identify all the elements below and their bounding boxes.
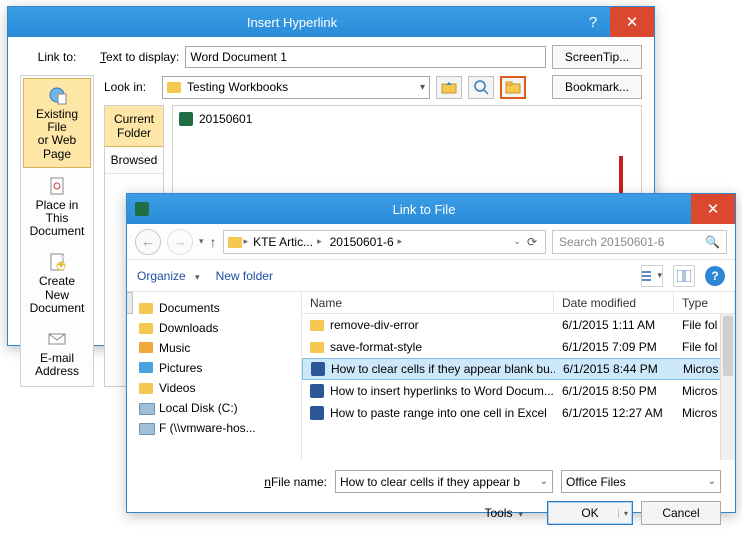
- crumb-2: 20150601-6▸: [327, 235, 406, 249]
- file-row[interactable]: remove-div-error6/1/2015 1:11 AMFile fol: [302, 314, 735, 336]
- col-type: Type: [674, 292, 735, 313]
- help-button[interactable]: ?: [576, 7, 610, 37]
- close-button[interactable]: ✕: [691, 194, 735, 224]
- tools-menu[interactable]: Tools▾: [484, 506, 523, 520]
- link-to-file-title: Link to File: [157, 202, 691, 217]
- organize-menu[interactable]: Organize ▾: [137, 269, 200, 283]
- link-to-label: Link to:: [20, 50, 94, 64]
- tree-item[interactable]: Pictures: [139, 358, 297, 378]
- text-to-display-label: TText to display:ext to display:: [100, 50, 179, 64]
- chevron-down-icon: ⌄: [540, 476, 548, 487]
- browse-file-button[interactable]: [500, 76, 526, 99]
- view-options-button[interactable]: ▾: [641, 265, 663, 287]
- scope-current-folder[interactable]: Current Folder: [105, 106, 163, 147]
- link-to-nav: Existing File or Web Page Place in This …: [20, 75, 94, 387]
- folder-up-icon: [441, 80, 457, 94]
- nav-create-new[interactable]: ✦ Create New Document: [23, 246, 91, 321]
- look-in-label: Look in:: [104, 80, 156, 94]
- globe-file-icon: [47, 85, 67, 105]
- tree-item[interactable]: Downloads: [139, 318, 297, 338]
- col-name: Name: [302, 292, 554, 313]
- search-input[interactable]: Search 20150601-6 🔍: [552, 230, 727, 254]
- col-date: Date modified: [554, 292, 674, 313]
- excel-file-icon: [179, 112, 193, 126]
- column-headers[interactable]: Name Date modified Type: [302, 292, 735, 314]
- bookmark-button[interactable]: Bookmark...: [552, 75, 642, 99]
- up-button[interactable]: ↑: [210, 234, 217, 250]
- back-button[interactable]: ←: [135, 229, 161, 255]
- text-to-display-input[interactable]: [185, 46, 546, 68]
- forward-button[interactable]: →: [167, 229, 193, 255]
- browse-web-button[interactable]: [468, 76, 494, 99]
- tree-item[interactable]: Local Disk (C:): [139, 398, 297, 418]
- close-button[interactable]: ✕: [610, 7, 654, 37]
- magnifier-globe-icon: [473, 79, 489, 95]
- folder-icon: [310, 340, 324, 354]
- help-button[interactable]: ?: [705, 266, 725, 286]
- file-row[interactable]: How to paste range into one cell in Exce…: [302, 402, 735, 424]
- scope-browsed-pages[interactable]: Browsed: [105, 147, 163, 174]
- tree-icon: [139, 321, 153, 335]
- folder-icon: [310, 318, 324, 332]
- filename-label: nFile name:File name:: [264, 475, 327, 489]
- chevron-down-icon[interactable]: ⌄: [513, 236, 521, 247]
- preview-pane-icon: [677, 270, 691, 282]
- nav-email[interactable]: E-mail Address: [23, 323, 91, 384]
- tree-collapse-grip[interactable]: [127, 292, 133, 314]
- folder-tree[interactable]: DocumentsDownloadsMusicPicturesVideosLoc…: [127, 292, 302, 460]
- screentip-button[interactable]: ScreenTip...: [552, 45, 642, 69]
- nav-existing-file[interactable]: Existing File or Web Page: [23, 78, 91, 168]
- word-file-icon: [310, 384, 324, 398]
- document-target-icon: [47, 176, 67, 196]
- tree-icon: [139, 381, 153, 395]
- chevron-down-icon: ▾: [420, 82, 425, 93]
- nav-place-in-doc[interactable]: Place in This Document: [23, 170, 91, 245]
- file-row[interactable]: How to clear cells if they appear blank …: [302, 358, 735, 380]
- excel-app-icon: [135, 202, 149, 216]
- crumb-1: KTE Artic...▸: [250, 235, 325, 249]
- tree-icon: [139, 301, 153, 315]
- tree-item[interactable]: Documents: [139, 298, 297, 318]
- file-row[interactable]: How to insert hyperlinks to Word Docum..…: [302, 380, 735, 402]
- scrollbar[interactable]: [720, 314, 735, 460]
- view-list-icon: [642, 270, 651, 282]
- tree-item[interactable]: F (\\vmware-hos...: [139, 418, 297, 438]
- cancel-button[interactable]: Cancel: [641, 501, 721, 525]
- search-icon: 🔍: [705, 235, 720, 249]
- tree-item[interactable]: Music: [139, 338, 297, 358]
- preview-pane-button[interactable]: [673, 265, 695, 287]
- filename-input[interactable]: How to clear cells if they appear b ⌄: [335, 470, 553, 493]
- new-folder-button[interactable]: New folder: [216, 269, 273, 283]
- folder-icon: [167, 80, 181, 94]
- recent-dropdown[interactable]: ▾: [199, 236, 204, 247]
- word-file-icon: [311, 362, 325, 376]
- new-document-icon: ✦: [47, 252, 67, 272]
- file-list-item[interactable]: 20150601: [199, 112, 252, 126]
- file-row[interactable]: save-format-style6/1/2015 7:09 PMFile fo…: [302, 336, 735, 358]
- look-in-combo[interactable]: Testing Workbooks ▾: [162, 76, 430, 99]
- svg-text:✦: ✦: [56, 258, 66, 272]
- tree-item[interactable]: Videos: [139, 378, 297, 398]
- tree-icon: [139, 401, 153, 415]
- breadcrumb[interactable]: ▸ KTE Artic...▸ 20150601-6▸ ⌄ ⟳: [223, 230, 546, 254]
- email-icon: [47, 329, 67, 349]
- folder-icon: [228, 235, 242, 249]
- chevron-down-icon: ⌄: [708, 476, 716, 487]
- insert-hyperlink-title: Insert Hyperlink: [8, 15, 576, 30]
- open-folder-icon: [505, 80, 521, 94]
- file-filter-combo[interactable]: Office Files ⌄: [561, 470, 721, 493]
- tree-icon: [139, 341, 153, 355]
- up-folder-button[interactable]: [436, 76, 462, 99]
- tree-icon: [139, 421, 153, 435]
- refresh-button[interactable]: ⟳: [527, 235, 537, 249]
- ok-button[interactable]: OK ▾: [547, 501, 633, 525]
- tree-icon: [139, 361, 153, 375]
- word-file-icon: [310, 406, 324, 420]
